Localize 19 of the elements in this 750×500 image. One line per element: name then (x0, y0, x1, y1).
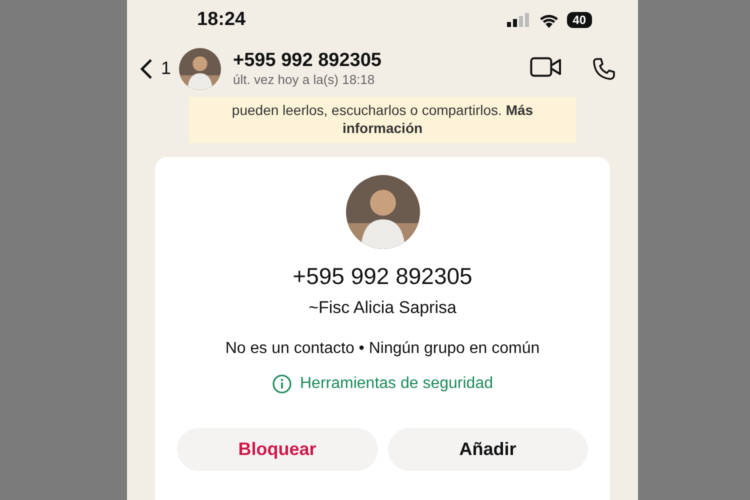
back-button[interactable]: 1 (139, 58, 172, 80)
info-icon (272, 374, 292, 394)
wifi-icon (538, 12, 559, 28)
contact-name: ~Fisc Alicia Saprisa (308, 298, 456, 318)
battery-level: 40 (566, 12, 592, 28)
contact-title: +595 992 892305 (233, 50, 382, 72)
phone-icon[interactable] (592, 56, 616, 80)
chevron-left-icon (139, 58, 153, 80)
avatar-icon (179, 48, 222, 90)
signal-icon (506, 13, 531, 27)
contact-info: No es un contacto • Ningún grupo en común (225, 340, 540, 358)
block-button[interactable]: Bloquear (177, 428, 378, 471)
encryption-notice: pueden leerlos, escucharlos o compartirlos. Más información (230, 101, 534, 137)
safety-tools-link[interactable]: Herramientas de seguridad (272, 374, 493, 394)
add-button[interactable]: Añadir (388, 428, 588, 471)
video-call-icon[interactable] (530, 56, 562, 76)
contact-phone: +595 992 892305 (292, 263, 472, 290)
last-seen: últ. vez hoy a la(s) 18:18 (233, 72, 376, 87)
status-time: 18:24 (197, 9, 247, 31)
